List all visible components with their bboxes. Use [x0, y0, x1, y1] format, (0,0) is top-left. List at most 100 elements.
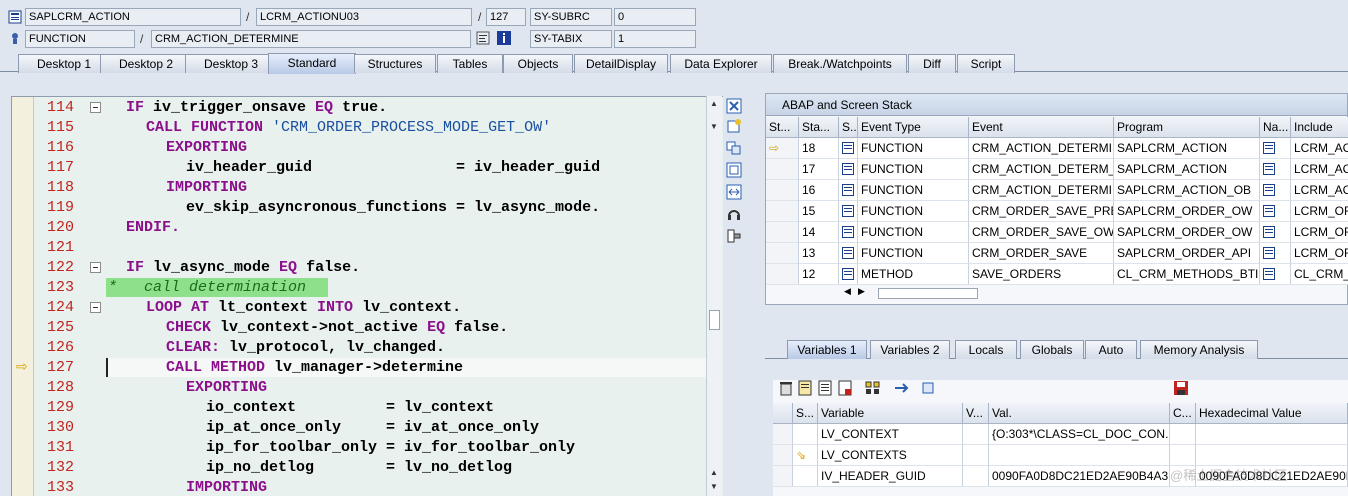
program-field[interactable]: SAPLCRM_ACTION: [25, 8, 241, 26]
settings-tool-icon[interactable]: [726, 228, 744, 246]
stack-level[interactable]: 13: [799, 243, 839, 264]
navigate-icon[interactable]: [1260, 201, 1291, 222]
var-value[interactable]: [989, 445, 1170, 466]
stack-program[interactable]: SAPLCRM_ACTION: [1114, 159, 1260, 180]
stack-include[interactable]: LCRM_ORD: [1291, 201, 1348, 222]
scroll-up-arrow[interactable]: ▲: [710, 99, 718, 108]
code-line[interactable]: 119 ev_skip_asyncronous_functions = lv_as…: [12, 198, 723, 218]
var-view[interactable]: [963, 445, 989, 466]
stack-level[interactable]: 17: [799, 159, 839, 180]
vars-header-variable[interactable]: Variable: [818, 403, 963, 424]
scroll-right-arrow[interactable]: ▶: [858, 286, 865, 297]
stack-program[interactable]: SAPLCRM_ACTION_OB: [1114, 180, 1260, 201]
code-line[interactable]: 130 ip_at_once_only = iv_at_once_only: [12, 418, 723, 438]
event-type-icon[interactable]: [839, 180, 858, 201]
stack-header-include[interactable]: Include: [1291, 117, 1348, 138]
code-line[interactable]: 118 IMPORTING: [12, 178, 723, 198]
event-type-icon[interactable]: [839, 222, 858, 243]
new-tool-icon[interactable]: [726, 118, 744, 136]
code-line[interactable]: 129 io_context = lv_context: [12, 398, 723, 418]
vars-header-s[interactable]: S...: [793, 403, 818, 424]
stack-program[interactable]: SAPLCRM_ORDER_OW: [1114, 222, 1260, 243]
navigate-icon[interactable]: [1260, 264, 1291, 285]
stack-status-cell[interactable]: ⇨: [766, 138, 799, 159]
tab-structures[interactable]: Structures: [354, 54, 436, 73]
scroll-thumb[interactable]: [709, 310, 720, 330]
tab-break-watchpoints[interactable]: Break./Watchpoints: [773, 54, 907, 73]
stack-program[interactable]: SAPLCRM_ACTION: [1114, 138, 1260, 159]
stack-hscroll[interactable]: ◀ ▶: [838, 286, 1348, 302]
stack-include[interactable]: LCRM_ORD: [1291, 222, 1348, 243]
scroll-up-arrow[interactable]: ▲: [710, 468, 718, 477]
code-line[interactable]: 132 ip_no_detlog = lv_no_detlog: [12, 458, 723, 478]
code-line[interactable]: 121: [12, 238, 723, 258]
hscroll-thumb[interactable]: [878, 288, 978, 299]
stack-header-na[interactable]: Na...: [1260, 117, 1291, 138]
fold-toggle-icon[interactable]: [90, 302, 101, 313]
event-field[interactable]: CRM_ACTION_DETERMINE: [151, 30, 471, 48]
tab-desktop-2[interactable]: Desktop 2: [100, 54, 192, 73]
scroll-down-arrow[interactable]: ▼: [710, 482, 718, 491]
delete-icon[interactable]: [778, 380, 796, 398]
transfer-icon[interactable]: [893, 380, 911, 398]
stack-program[interactable]: SAPLCRM_ORDER_API: [1114, 243, 1260, 264]
vars-header-value[interactable]: Val.: [989, 403, 1170, 424]
vars-header-v[interactable]: V...: [963, 403, 989, 424]
stack-level[interactable]: 15: [799, 201, 839, 222]
save-icon[interactable]: [1173, 380, 1191, 398]
detail-icon[interactable]: [797, 380, 815, 398]
scroll-left-arrow[interactable]: ◀: [844, 286, 851, 297]
stack-event[interactable]: CRM_ACTION_DETERMI...: [969, 180, 1114, 201]
sy-subrc-value[interactable]: 0: [614, 8, 696, 26]
stack-program[interactable]: SAPLCRM_ORDER_OW: [1114, 201, 1260, 222]
code-line[interactable]: 126 CLEAR: lv_protocol, lv_changed.: [12, 338, 723, 358]
code-line[interactable]: 117 iv_header_guid = iv_header_guid: [12, 158, 723, 178]
var-change[interactable]: [1170, 424, 1196, 445]
stack-event-type[interactable]: FUNCTION: [858, 180, 969, 201]
var-row-selector[interactable]: [773, 466, 793, 487]
var-value[interactable]: 0090FA0D8DC21ED2AE90B4A3...: [989, 466, 1170, 487]
var-row-selector[interactable]: [773, 445, 793, 466]
stack-event-type[interactable]: FUNCTION: [858, 201, 969, 222]
stack-status-cell[interactable]: [766, 264, 799, 285]
var-name[interactable]: LV_CONTEXT: [818, 424, 963, 445]
tab-variables-2[interactable]: Variables 2: [870, 340, 950, 359]
resize-horizontal-icon[interactable]: [726, 184, 744, 202]
code-line[interactable]: 124 LOOP AT lt_context INTO lv_context.: [12, 298, 723, 318]
var-row-selector[interactable]: [773, 424, 793, 445]
stack-event[interactable]: CRM_ORDER_SAVE: [969, 243, 1114, 264]
tab-locals[interactable]: Locals: [955, 340, 1017, 359]
tab-data-explorer[interactable]: Data Explorer: [670, 54, 772, 73]
stack-status-cell[interactable]: [766, 243, 799, 264]
tab-auto[interactable]: Auto: [1085, 340, 1137, 359]
stack-header-s[interactable]: S...: [839, 117, 858, 138]
stack-status-cell[interactable]: [766, 201, 799, 222]
source-editor[interactable]: 114 IF iv_trigger_onsave EQ true. 115 CALL …: [11, 96, 723, 496]
stack-include[interactable]: CL_CRM_M: [1291, 264, 1348, 285]
stack-include[interactable]: LCRM_ORD: [1291, 243, 1348, 264]
line-number-field[interactable]: 127: [486, 8, 526, 26]
code-line[interactable]: 128 EXPORTING: [12, 378, 723, 398]
structure-icon[interactable]: [865, 380, 883, 398]
event-type-icon[interactable]: [839, 243, 858, 264]
save-variants-icon[interactable]: [837, 380, 855, 398]
stack-event-type[interactable]: METHOD: [858, 264, 969, 285]
var-status[interactable]: [793, 424, 818, 445]
stack-level[interactable]: 18: [799, 138, 839, 159]
info-icon[interactable]: [497, 31, 511, 45]
code-line[interactable]: 120 ENDIF.: [12, 218, 723, 238]
var-status[interactable]: [793, 466, 818, 487]
stack-status-cell[interactable]: [766, 180, 799, 201]
editor-scrollbar[interactable]: ▲ ▼ ▲ ▼: [706, 96, 722, 496]
fold-toggle-icon[interactable]: [90, 262, 101, 273]
stack-event-type[interactable]: FUNCTION: [858, 159, 969, 180]
stack-event[interactable]: CRM_ORDER_SAVE_PRE...: [969, 201, 1114, 222]
code-line[interactable]: ⇨ 127 CALL METHOD lv_manager->determine: [12, 358, 723, 378]
stack-header-level[interactable]: Sta...: [799, 117, 839, 138]
code-line[interactable]: 122 IF lv_async_mode EQ false.: [12, 258, 723, 278]
stack-header-program[interactable]: Program: [1114, 117, 1260, 138]
var-view[interactable]: [963, 424, 989, 445]
swap-tool-icon[interactable]: [726, 140, 744, 158]
stack-include[interactable]: LCRM_ACT: [1291, 159, 1348, 180]
close-icon[interactable]: [726, 98, 744, 116]
